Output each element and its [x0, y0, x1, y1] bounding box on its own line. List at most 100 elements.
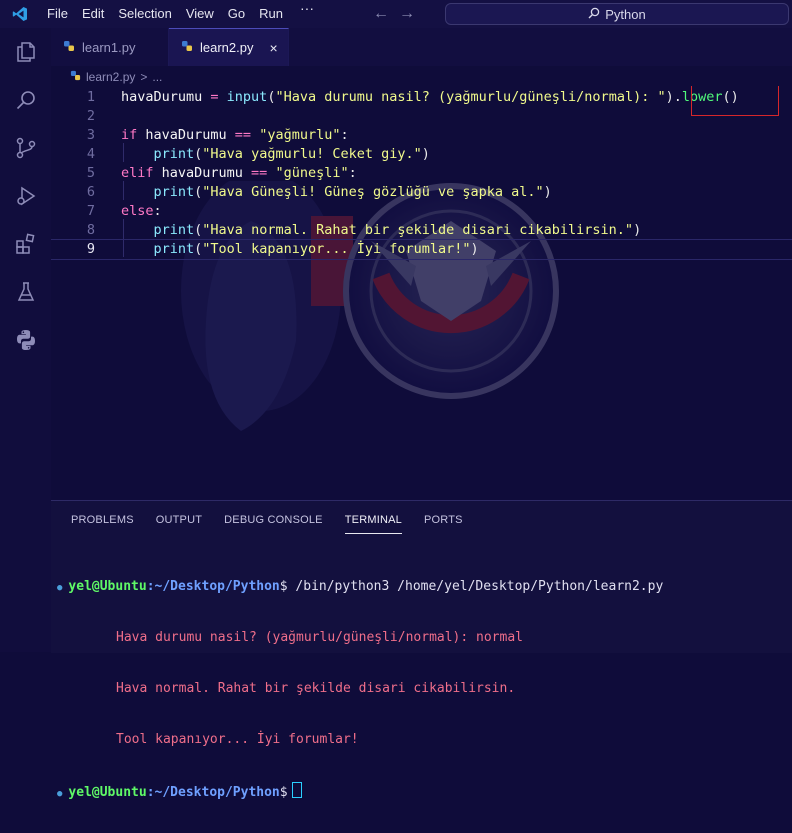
code-text: print("Hava yağmurlu! Ceket giy."): [121, 145, 430, 164]
search-icon[interactable]: [0, 76, 51, 124]
command-center-search[interactable]: Python: [445, 3, 789, 25]
line-number: 4: [86, 146, 95, 162]
tab-learn2[interactable]: learn2.py ×: [169, 28, 289, 66]
terminal-output-line: Tool kapanıyor... İyi forumlar!: [116, 732, 359, 747]
prompt-dot-icon: ●: [57, 789, 63, 799]
code-token-fn: print: [153, 241, 195, 257]
code-token-var: havaDurumu: [161, 165, 252, 181]
line-number: 3: [86, 127, 95, 143]
code-token-str: "yağmurlu": [259, 127, 341, 143]
code-token-punc: :: [153, 203, 162, 219]
tab-learn1[interactable]: learn1.py: [51, 28, 169, 66]
menu-file[interactable]: File: [40, 0, 75, 28]
code-token-var: havaDurumu: [145, 127, 235, 143]
code-text: elif havaDurumu == "güneşli":: [121, 164, 357, 183]
code-token-var: havaDurumu: [121, 89, 203, 105]
terminal-prompt-symbol: $: [279, 579, 288, 594]
line-number: 2: [86, 108, 95, 124]
source-control-icon[interactable]: [0, 124, 51, 172]
testing-icon[interactable]: [0, 268, 51, 316]
breadcrumb-symbols[interactable]: ...: [152, 70, 162, 84]
close-icon[interactable]: ×: [269, 40, 277, 56]
code-token-fn: print: [153, 222, 195, 238]
terminal-prompt-line: ● yel@Ubuntu:~/Desktop/Python$: [57, 782, 663, 800]
terminal-user: yel@Ubuntu: [68, 785, 147, 800]
vscode-logo-icon: [0, 0, 40, 28]
terminal[interactable]: ● yel@Ubuntu:~/Desktop/Python$ /bin/pytho…: [57, 544, 663, 833]
forward-arrow-icon[interactable]: →: [394, 5, 420, 23]
code-line[interactable]: 5 elif havaDurumu == "güneşli":: [51, 164, 792, 183]
terminal-path: :~/Desktop/Python: [146, 785, 280, 800]
menu-edit[interactable]: Edit: [75, 0, 111, 28]
code-line[interactable]: 4 print("Hava yağmurlu! Ceket giy."): [51, 145, 792, 164]
command-status-dot-icon: ●: [57, 583, 63, 593]
code-token-punc: ): [633, 222, 642, 238]
extensions-icon[interactable]: [0, 220, 51, 268]
back-arrow-icon[interactable]: ←: [368, 5, 394, 23]
code-line[interactable]: 3 if havaDurumu == "yağmurlu":: [51, 126, 792, 145]
code-token-op: ==: [251, 165, 276, 181]
code-token-str: "Hava durumu nasil? (yağmurlu/güneşli/no…: [275, 89, 666, 105]
code-text: print("Hava Güneşli! Güneş gözlüğü ve şa…: [121, 183, 552, 202]
python-file-icon: [70, 70, 81, 84]
menu-selection[interactable]: Selection: [111, 0, 178, 28]
menu-go[interactable]: Go: [221, 0, 252, 28]
code-text: print("Tool kapanıyor... İyi forumlar!"): [121, 240, 479, 259]
terminal-command-line: ● yel@Ubuntu:~/Desktop/Python$ /bin/pytho…: [57, 578, 663, 595]
tab-label: learn2.py: [200, 40, 254, 55]
code-token-fn: print: [153, 146, 195, 162]
line-number: 5: [86, 165, 95, 181]
code-token-punc: .: [673, 89, 682, 105]
run-debug-icon[interactable]: [0, 172, 51, 220]
code-line[interactable]: 2: [51, 107, 792, 126]
menu-run[interactable]: Run: [252, 0, 290, 28]
panel-tabs: PROBLEMS OUTPUT DEBUG CONSOLE TERMINAL P…: [71, 511, 485, 534]
code-token-fn: print: [153, 184, 195, 200]
explorer-icon[interactable]: [0, 28, 51, 76]
python-icon[interactable]: [0, 316, 51, 364]
code-token-str: "Hava normal. Rahat bir şekilde disari c…: [202, 222, 634, 238]
code-token-str: "Hava yağmurlu! Ceket giy.": [202, 146, 422, 162]
code-token-kw: elif: [121, 165, 162, 181]
code-line[interactable]: 8 print("Hava normal. Rahat bir şekilde …: [51, 221, 792, 240]
code-line[interactable]: 9 print("Tool kapanıyor... İyi forumlar!…: [51, 239, 792, 260]
python-file-icon: [63, 40, 75, 55]
code-token-var: [121, 222, 154, 238]
code-text: else:: [121, 202, 162, 221]
line-number: 8: [86, 222, 95, 238]
title-bar: File Edit Selection View Go Run ··· ← → …: [0, 0, 792, 28]
tab-ports[interactable]: PORTS: [424, 511, 463, 533]
terminal-user: yel@Ubuntu: [68, 579, 147, 594]
python-file-icon: [181, 40, 193, 55]
code-token-punc: ): [665, 89, 674, 105]
code-token-punc: :: [348, 165, 357, 181]
terminal-output-line: Hava normal. Rahat bir şekilde disari ci…: [116, 681, 516, 696]
tab-label: learn1.py: [82, 39, 136, 55]
code-token-fn: input: [226, 89, 268, 105]
code-line[interactable]: 7 else:: [51, 202, 792, 221]
line-number: 7: [86, 203, 95, 219]
line-number: 9: [86, 241, 95, 257]
breadcrumb-file[interactable]: learn2.py: [86, 70, 135, 84]
code-token-punc: ): [470, 241, 479, 257]
code-editor[interactable]: 1 havaDurumu = input("Hava durumu nasil? …: [51, 86, 792, 500]
code-token-str: "güneşli": [275, 165, 349, 181]
code-line[interactable]: 6 print("Hava Güneşli! Güneş gözlüğü ve …: [51, 183, 792, 202]
search-icon: [588, 7, 600, 22]
terminal-command: /bin/python3 /home/yel/Desktop/Python/le…: [287, 579, 664, 594]
menu-bar: File Edit Selection View Go Run ···: [40, 0, 324, 28]
more-menu-button[interactable]: ···: [290, 0, 324, 28]
tab-output[interactable]: OUTPUT: [156, 511, 202, 533]
tab-terminal[interactable]: TERMINAL: [344, 511, 402, 534]
code-token-kw: else: [121, 203, 154, 219]
tab-debug-console[interactable]: DEBUG CONSOLE: [224, 511, 323, 533]
breadcrumb: learn2.py > ...: [70, 69, 162, 85]
code-text: havaDurumu = input("Hava durumu nasil? (…: [121, 88, 739, 107]
line-number: 1: [86, 89, 95, 105]
menu-view[interactable]: View: [179, 0, 221, 28]
breadcrumb-separator: >: [140, 70, 148, 84]
activity-bar: [0, 28, 51, 652]
code-text: if havaDurumu == "yağmurlu":: [121, 126, 349, 145]
tab-problems[interactable]: PROBLEMS: [71, 511, 134, 533]
code-line[interactable]: 1 havaDurumu = input("Hava durumu nasil? …: [51, 86, 792, 116]
